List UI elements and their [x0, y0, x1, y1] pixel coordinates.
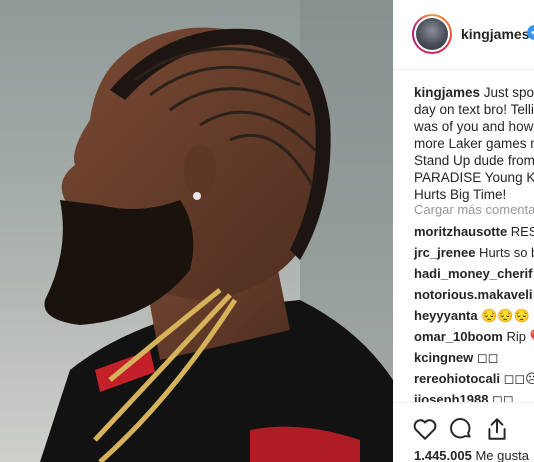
- comment-item: jrc_jrenee Hurts so ba: [414, 245, 534, 266]
- avatar[interactable]: [412, 14, 452, 54]
- author-username[interactable]: kingjames: [461, 26, 529, 42]
- comment-username[interactable]: hadi_money_cherif: [414, 266, 533, 281]
- caption-text-line: PARADISE Young King: [414, 170, 534, 185]
- caption-text-line: Just spoke: [483, 85, 534, 100]
- comment-text: REST: [510, 224, 534, 239]
- comment-list: moritzhausotte REST jrc_jrenee Hurts so …: [414, 224, 534, 413]
- caption-text-line: was of you and how I: [414, 119, 534, 134]
- comment-item: kcingnew ◻◻: [414, 350, 534, 371]
- avatar-image: [416, 18, 448, 50]
- comment-username[interactable]: omar_10boom: [414, 329, 503, 344]
- post-photo[interactable]: [0, 0, 393, 462]
- caption-text-line: day on text bro! Tellin: [414, 102, 534, 117]
- load-more-comments-link[interactable]: Cargar más comentar: [414, 202, 534, 217]
- share-icon[interactable]: [484, 416, 510, 442]
- comment-username[interactable]: kcingnew: [414, 350, 473, 365]
- comment-username[interactable]: heyyyanta: [414, 308, 478, 323]
- comment-username[interactable]: jrc_jrenee: [414, 245, 475, 260]
- post-actions-bar: 1.445.005 Me gusta: [393, 402, 534, 462]
- comment-text: 😔😔😔: [477, 308, 530, 323]
- comment-icon[interactable]: [448, 416, 474, 442]
- comment-text: ◻◻: [473, 350, 499, 365]
- comment-text: Rip 💔: [506, 329, 534, 344]
- comment-item: hadi_money_cherif Ri: [414, 266, 534, 287]
- caption-text-line: Hurts Big Time!: [414, 187, 507, 202]
- post-header: kingjames ✔: [393, 0, 534, 70]
- comment-item: notorious.makaveli B: [414, 287, 534, 308]
- portrait-image: [0, 0, 393, 462]
- caption-author[interactable]: kingjames: [414, 85, 480, 100]
- likes-number: 1.445.005: [414, 448, 472, 462]
- post-caption: kingjames Just spoke day on text bro! Te…: [414, 84, 534, 203]
- likes-count[interactable]: 1.445.005 Me gusta: [414, 448, 529, 462]
- comment-text: Hurts so ba: [479, 245, 534, 260]
- heart-icon[interactable]: [412, 416, 438, 442]
- comment-item: rereohiotocali ◻◻☹: [414, 371, 534, 392]
- comment-username[interactable]: rereohiotocali: [414, 371, 500, 386]
- caption-text-line: more Laker games ne: [414, 136, 534, 151]
- comment-username[interactable]: notorious.makaveli: [414, 287, 532, 302]
- likes-label: Me gusta: [471, 448, 529, 462]
- caption-text-line: Stand Up dude from D: [414, 153, 534, 168]
- comment-text: ◻◻☹: [503, 371, 534, 386]
- comment-username[interactable]: moritzhausotte: [414, 224, 507, 239]
- comment-item: moritzhausotte REST: [414, 224, 534, 245]
- post-side-panel: kingjames ✔ kingjames Just spoke day on …: [393, 0, 534, 462]
- comment-item: omar_10boom Rip 💔: [414, 329, 534, 350]
- comment-item: heyyyanta 😔😔😔: [414, 308, 534, 329]
